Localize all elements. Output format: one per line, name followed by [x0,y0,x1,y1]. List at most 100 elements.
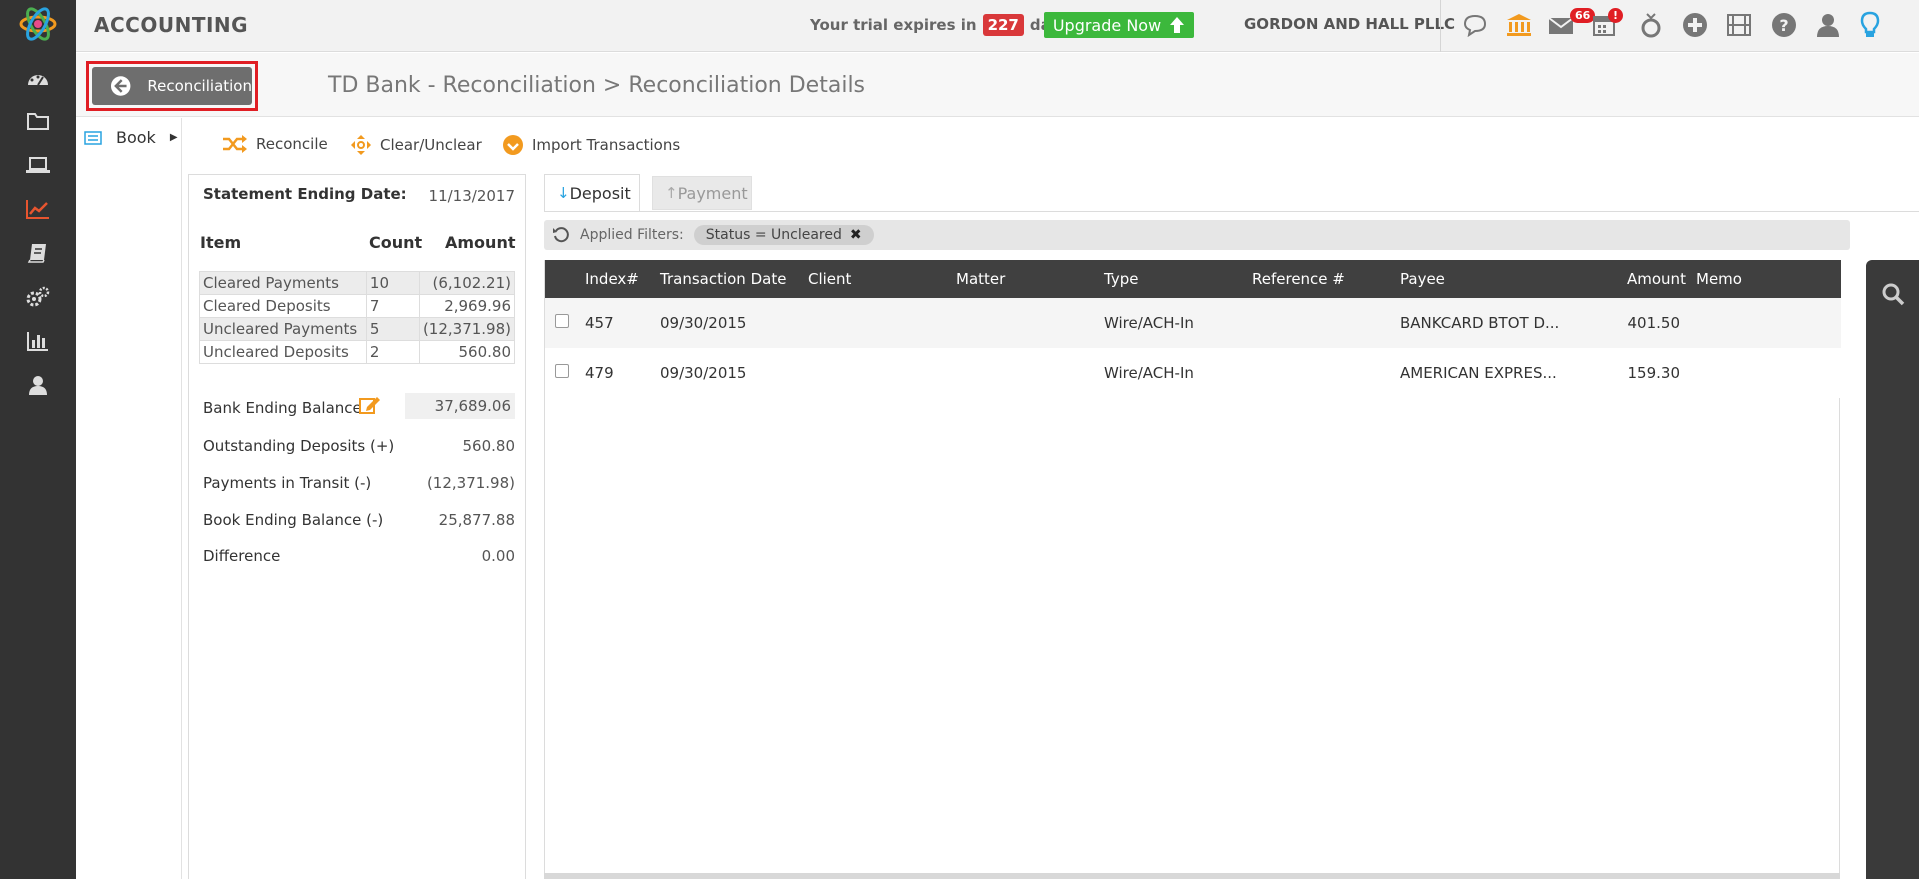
import-label: Import Transactions [532,136,681,154]
book-menu-item[interactable]: Book ▶ [84,128,178,147]
bank-icon[interactable] [1504,10,1534,40]
download-circle-icon [503,135,523,155]
amount-cell: 2,969.96 [418,294,516,318]
type-cell: Wire/ACH-In [1104,364,1194,382]
difference-label: Difference [203,547,281,565]
chart-line-icon[interactable] [24,195,52,223]
column-header[interactable]: Transaction Date [660,270,786,288]
reset-filter-icon[interactable] [552,226,570,244]
amount-cell: 159.30 [1627,364,1681,382]
filter-chip-status: Status = Uncleared ✖ [693,225,874,245]
column-header[interactable]: Memo [1696,270,1742,288]
reconciliation-summary-panel: Statement Ending Date: 11/13/2017 Item C… [188,174,526,879]
import-transactions-button[interactable]: Import Transactions [502,134,680,156]
top-header: ACCOUNTING Your trial expires in 227 day… [76,0,1919,52]
table-row: Cleared Deposits 7 2,969.96 [199,294,516,318]
type-cell: Wire/ACH-In [1104,314,1194,332]
reconcile-label: Reconcile [256,135,328,153]
header-divider [1440,0,1441,52]
reconcile-button[interactable]: Reconcile [222,134,328,154]
tab-payment-label: Payment [677,183,748,203]
difference-value: 0.00 [481,547,515,565]
row-checkbox[interactable] [555,364,569,378]
col-amount-header: Amount [445,233,516,252]
index-cell: 457 [585,314,614,332]
count-cell: 2 [365,340,420,364]
chat-icon[interactable] [1460,10,1490,40]
row-checkbox[interactable] [555,314,569,328]
applied-filters-label: Applied Filters: [580,227,684,243]
caret-right-icon: ▶ [169,132,178,143]
ring-icon[interactable] [1636,10,1666,40]
outstanding-deposits-value: 560.80 [462,437,516,455]
shuffle-icon [223,135,247,153]
folder-icon[interactable] [24,107,52,135]
count-cell: 5 [365,317,420,341]
column-header[interactable]: Type [1104,270,1138,288]
column-header[interactable]: Amount [1627,270,1686,288]
clear-unclear-label: Clear/Unclear [380,136,482,154]
filter-chip-text: Status = Uncleared [705,227,842,243]
grid-horizontal-scrollbar[interactable] [544,873,1840,879]
upgrade-now-button[interactable]: Upgrade Now [1044,12,1194,38]
amount-cell: 560.80 [418,340,516,364]
col-count-header: Count [369,233,423,252]
search-icon[interactable] [1881,282,1905,306]
user-icon[interactable] [24,371,52,399]
tab-deposit[interactable]: ↓ Deposit [544,174,640,212]
bank-ending-balance-value[interactable]: 37,689.06 [405,393,515,419]
column-header[interactable]: Client [808,270,851,288]
left-sidebar [0,0,76,879]
applied-filters-bar: Applied Filters: Status = Uncleared ✖ [544,220,1850,250]
tab-deposit-label: Deposit [569,183,631,203]
table-row[interactable]: 479 09/30/2015 Wire/ACH-In AMERICAN EXPR… [545,348,1841,398]
arrow-left-circle-icon [110,76,131,96]
column-header[interactable]: Payee [1400,270,1445,288]
count-cell: 10 [365,271,420,295]
statement-ending-date-value: 11/13/2017 [428,187,515,205]
book-ending-balance-value: 25,877.88 [438,511,515,529]
book-side-menu: Book ▶ [76,118,182,879]
trial-notice: Your trial expires in 227 days. [810,14,1075,36]
column-header[interactable]: Index# [585,270,639,288]
table-row: Cleared Payments 10 (6,102.21) [199,271,516,295]
book-label: Book [116,128,156,147]
page-breadcrumb: TD Bank - Reconciliation > Reconciliatio… [328,73,866,98]
item-cell: Cleared Deposits [199,294,367,318]
clear-unclear-button[interactable]: Clear/Unclear [350,134,482,156]
profile-icon[interactable] [1813,10,1843,40]
table-row: Uncleared Deposits 2 560.80 [199,340,516,364]
column-header[interactable]: Reference # [1252,270,1345,288]
firm-name: GORDON AND HALL PLLC [1244,15,1456,33]
tabs-divider [544,211,1919,212]
book-icon[interactable] [24,239,52,267]
film-icon[interactable] [1724,10,1754,40]
settings-icon[interactable] [24,283,52,311]
payments-in-transit-label: Payments in Transit (-) [203,474,372,492]
back-button-label: Reconciliation [147,77,252,95]
edit-icon[interactable] [359,395,381,415]
arrow-up-icon [1170,17,1185,33]
date-cell: 09/30/2015 [660,314,747,332]
dashboard-icon[interactable] [24,64,52,92]
bar-chart-icon[interactable] [24,327,52,355]
laptop-icon[interactable] [24,151,52,179]
summary-item-table: Cleared Payments 10 (6,102.21) Cleared D… [199,271,516,364]
tab-payment[interactable]: ↑ Payment [652,176,752,210]
trial-prefix: Your trial expires in [810,16,977,34]
app-logo[interactable] [18,4,58,44]
outstanding-deposits-label: Outstanding Deposits (+) [203,437,395,455]
plus-icon[interactable] [1680,10,1710,40]
payments-in-transit-value: (12,371.98) [426,474,515,492]
search-panel-toggle[interactable] [1866,260,1919,879]
table-row[interactable]: 457 09/30/2015 Wire/ACH-In BANKCARD BTOT… [545,298,1841,348]
help-icon[interactable]: ? [1769,10,1799,40]
back-to-reconciliation-button[interactable]: Reconciliation [92,67,252,105]
count-cell: 7 [365,294,420,318]
item-cell: Uncleared Payments [199,317,367,341]
date-cell: 09/30/2015 [660,364,747,382]
column-header[interactable]: Matter [956,270,1005,288]
bulb-icon[interactable] [1855,10,1885,40]
remove-filter-icon[interactable]: ✖ [850,227,862,243]
list-icon [84,130,102,145]
